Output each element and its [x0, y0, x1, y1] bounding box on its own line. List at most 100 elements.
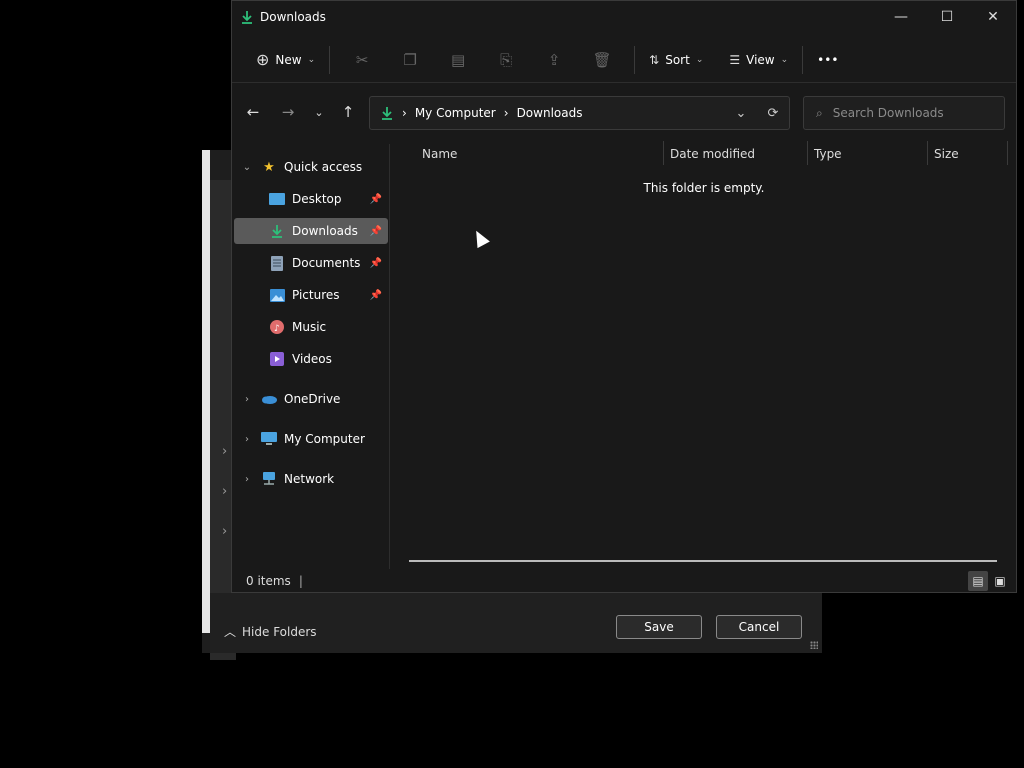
save-button[interactable]: Save — [616, 615, 702, 639]
cut-icon[interactable]: ✂ — [338, 44, 386, 76]
refresh-icon[interactable]: ⟳ — [757, 106, 789, 121]
view-lines-icon: ☰ — [729, 52, 741, 67]
chevron-right-icon[interactable]: › — [234, 394, 260, 405]
status-divider: | — [298, 574, 303, 588]
pin-icon: 📌 — [369, 257, 382, 269]
file-list[interactable]: Name Date modified Type Size This folder… — [391, 141, 1017, 569]
window-title: Downloads — [240, 10, 326, 24]
column-header-size[interactable]: Size — [934, 141, 959, 167]
new-button[interactable]: ⊕ New ⌄ — [250, 44, 321, 76]
nav-item-downloads[interactable]: Downloads 📌 — [234, 218, 388, 244]
svg-text:♪: ♪ — [274, 324, 280, 334]
pictures-icon — [268, 287, 286, 303]
chevron-right-icon[interactable]: › — [222, 444, 227, 459]
chevron-down-icon: ⌄ — [695, 54, 704, 65]
pin-icon: 📌 — [369, 289, 382, 301]
nav-onedrive[interactable]: › OneDrive — [234, 386, 388, 412]
copy-icon[interactable]: ❐ — [386, 44, 434, 76]
pin-icon: 📌 — [369, 193, 382, 205]
nav-item-label: Documents — [292, 256, 361, 270]
onedrive-cloud-icon — [260, 391, 278, 407]
title-bar[interactable]: Downloads — ☐ ✕ — [232, 1, 1016, 33]
column-header-name[interactable]: Name — [422, 141, 457, 167]
share-icon[interactable]: ⇪ — [530, 44, 578, 76]
address-row: ← → ⌄ ↑ › My Computer › Downloads ⌄ ⟳ ⌕ … — [232, 93, 1016, 133]
nav-quick-access[interactable]: ⌄ ★ Quick access — [234, 154, 388, 180]
file-explorer-window: Downloads — ☐ ✕ ⊕ New ⌄ ✂ ❐ ▤ ⎘ ⇪ 🗑 ⇅ So… — [231, 0, 1017, 593]
nav-item-pictures[interactable]: Pictures 📌 — [234, 282, 388, 308]
back-arrow-icon[interactable]: ← — [238, 93, 268, 131]
column-separator[interactable] — [663, 141, 664, 165]
search-placeholder: Search Downloads — [832, 106, 944, 120]
column-header-date-modified[interactable]: Date modified — [670, 141, 755, 167]
chevron-right-icon[interactable]: › — [222, 484, 227, 499]
nav-item-label: Videos — [292, 352, 332, 366]
computer-icon — [260, 431, 278, 447]
quick-access-label: Quick access — [284, 160, 363, 174]
desktop-icon — [268, 191, 286, 207]
chevron-right-icon[interactable]: › — [234, 474, 260, 485]
toolbar-separator — [329, 45, 331, 74]
nav-item-videos[interactable]: Videos — [234, 346, 388, 372]
nav-item-documents[interactable]: Documents 📌 — [234, 250, 388, 276]
nav-item-music[interactable]: ♪ Music — [234, 314, 388, 340]
toolbar-separator — [634, 45, 636, 74]
breadcrumb-my-computer[interactable]: My Computer — [415, 106, 496, 120]
plus-circle-icon: ⊕ — [256, 50, 270, 69]
nav-onedrive-label: OneDrive — [284, 392, 341, 406]
up-arrow-icon[interactable]: ↑ — [333, 93, 363, 131]
resize-grip[interactable] — [810, 641, 818, 649]
breadcrumb-downloads[interactable]: Downloads — [517, 106, 583, 120]
network-icon — [260, 471, 278, 487]
chevron-down-icon: ⌄ — [307, 54, 316, 65]
music-icon: ♪ — [268, 319, 286, 335]
chevron-down-icon[interactable]: ⌄ — [234, 162, 260, 173]
nav-my-computer[interactable]: › My Computer — [234, 426, 388, 452]
close-button[interactable]: ✕ — [970, 1, 1016, 33]
paste-icon[interactable]: ▤ — [434, 44, 482, 76]
recent-locations-chevron-icon[interactable]: ⌄ — [304, 93, 334, 131]
details-view-icon[interactable]: ▤ — [968, 571, 988, 591]
forward-arrow-icon[interactable]: → — [273, 93, 303, 131]
download-icon — [242, 11, 252, 24]
navigation-pane: ⌄ ★ Quick access Desktop 📌 Downloads 📌 D… — [232, 144, 390, 569]
download-icon — [382, 107, 392, 120]
large-icons-view-icon[interactable]: ▣ — [990, 571, 1010, 591]
nav-item-label: Downloads — [292, 224, 358, 238]
minimize-button[interactable]: — — [878, 1, 924, 33]
window-title-text: Downloads — [260, 10, 326, 24]
nav-item-desktop[interactable]: Desktop 📌 — [234, 186, 388, 212]
item-count: 0 items — [246, 574, 291, 588]
more-options-button[interactable]: ••• — [811, 44, 844, 76]
sort-button[interactable]: ⇅ Sort ⌄ — [643, 44, 709, 76]
documents-icon — [268, 255, 286, 271]
search-box[interactable]: ⌕ Search Downloads — [803, 96, 1005, 130]
chevron-down-icon: ⌄ — [780, 54, 789, 65]
nav-item-label: Pictures — [292, 288, 340, 302]
view-label: View — [746, 52, 775, 67]
column-separator[interactable] — [807, 141, 808, 165]
sort-label: Sort — [665, 52, 690, 67]
videos-icon — [268, 351, 286, 367]
horizontal-scrollbar[interactable] — [409, 560, 997, 562]
column-header-type[interactable]: Type — [814, 141, 842, 167]
hide-folders-label: Hide Folders — [242, 624, 317, 639]
column-separator[interactable] — [1007, 141, 1008, 165]
chevron-right-icon[interactable]: › — [222, 524, 227, 539]
delete-icon[interactable]: 🗑 — [578, 44, 626, 76]
address-dropdown-chevron-icon[interactable]: ⌄ — [725, 106, 757, 121]
rename-icon[interactable]: ⎘ — [482, 44, 530, 76]
new-label: New — [275, 52, 302, 67]
view-button[interactable]: ☰ View ⌄ — [723, 44, 794, 76]
nav-network[interactable]: › Network — [234, 466, 388, 492]
address-bar[interactable]: › My Computer › Downloads ⌄ ⟳ — [369, 96, 790, 130]
nav-item-label: Music — [292, 320, 327, 334]
maximize-button[interactable]: ☐ — [924, 1, 970, 33]
dialog-left-strip — [202, 150, 210, 633]
hide-folders-button[interactable]: ︿ Hide Folders — [224, 623, 317, 640]
search-icon: ⌕ — [816, 105, 823, 120]
cancel-button[interactable]: Cancel — [716, 615, 802, 639]
column-separator[interactable] — [927, 141, 928, 165]
status-bar: 0 items | ▤ ▣ — [232, 569, 1016, 593]
chevron-right-icon[interactable]: › — [234, 434, 260, 445]
